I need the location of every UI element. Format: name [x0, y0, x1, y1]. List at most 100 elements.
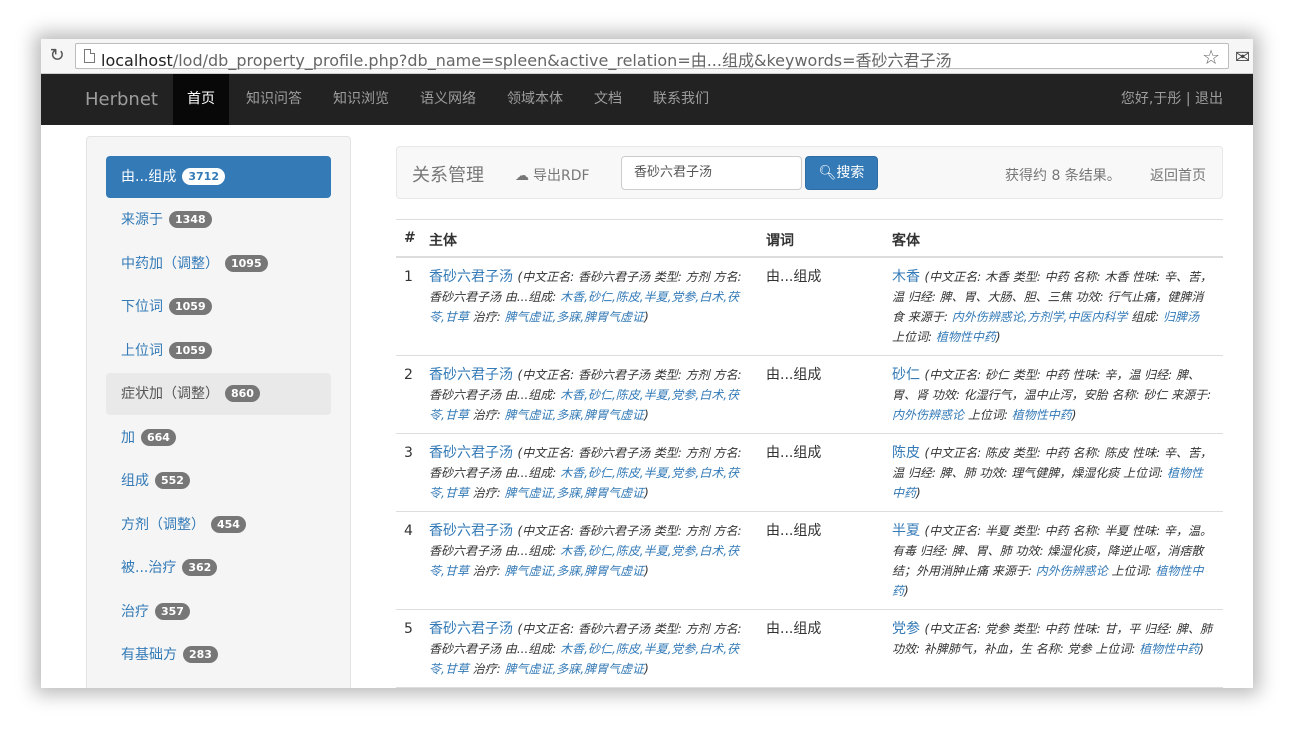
relations-table: # 主体 谓词 客体 1 香砂六君子汤 (中文正名: 香砂六君子汤 类型: 方剂 …: [396, 219, 1223, 688]
count-badge: 1348: [169, 211, 212, 228]
count-badge: 362: [182, 559, 218, 576]
table-row: 3 香砂六君子汤 (中文正名: 香砂六君子汤 类型: 方剂 方名: 香砂六君子汤 …: [396, 434, 1223, 512]
sidebar-item-composed-of[interactable]: 由...组成 3712: [106, 156, 331, 198]
object-meta: (中文正名: 党参 类型: 中药 性味: 甘，平 归经: 脾、肺 功效: 补脾肺…: [892, 622, 1212, 656]
nav-knowledge-browse[interactable]: 知识浏览: [319, 74, 403, 125]
meta-text: 上位词:: [1107, 564, 1156, 578]
object-link[interactable]: 木香: [892, 269, 920, 285]
meta-text: ): [916, 486, 921, 500]
object-cell: 陈皮 (中文正名: 陈皮 类型: 中药 名称: 陈皮 性味: 辛、苦，温 归经:…: [892, 443, 1212, 503]
treats-links[interactable]: 脾气虚证,多寐,脾胃气虚证: [505, 408, 645, 422]
meta-text: ): [644, 662, 649, 676]
object-meta: (中文正名: 半夏 类型: 中药 名称: 半夏 性味: 辛，温。有毒 归经: 脾…: [892, 524, 1212, 598]
sidebar-item-add[interactable]: 加 664: [106, 417, 331, 459]
meta-text: ): [995, 330, 1001, 344]
table-header: # 主体 谓词 客体: [396, 219, 1223, 258]
object-link[interactable]: 陈皮: [892, 445, 920, 461]
sidebar-item-treated-by[interactable]: 被...治疗 362: [106, 547, 331, 589]
object-meta: (中文正名: 木香 类型: 中药 名称: 木香 性味: 辛、苦，温 归经: 脾、…: [892, 270, 1212, 344]
treats-links[interactable]: 脾气虚证,多寐,脾胃气虚证: [505, 310, 645, 324]
sidebar-item-label: 被...治疗: [121, 560, 177, 576]
header-predicate: 谓词: [766, 233, 794, 249]
sidebar-item-label: 下位词: [121, 299, 163, 315]
meta-text: ): [1071, 408, 1077, 422]
table-row: 4 香砂六君子汤 (中文正名: 香砂六君子汤 类型: 方剂 方名: 香砂六君子汤 …: [396, 512, 1223, 610]
search-button[interactable]: 🔍︎搜索: [805, 156, 878, 190]
relation-sidebar: 由...组成 3712 来源于 1348 中药加（调整） 1095 下位词 1059 上…: [86, 136, 351, 688]
reload-icon[interactable]: ↻: [47, 46, 67, 66]
search-panel: 关系管理 ☁ 导出RDF 香砂六君子汤 🔍︎搜索 获得约 8 条结果。 返回首页: [396, 146, 1223, 199]
object-link[interactable]: 砂仁: [892, 367, 920, 383]
sidebar-item-label: 由...组成: [121, 169, 177, 185]
sidebar-item-herb-add[interactable]: 中药加（调整） 1095: [106, 243, 331, 285]
bookmark-star-icon[interactable]: ☆: [1202, 45, 1220, 69]
keyword-input[interactable]: 香砂六君子汤: [621, 156, 802, 190]
nav-domain-ontology[interactable]: 领域本体: [493, 74, 577, 125]
treats-links[interactable]: 脾气虚证,多寐,脾胃气虚证: [505, 486, 645, 500]
sidebar-item-base-formula[interactable]: 有基础方 283: [106, 634, 331, 676]
count-badge: 1059: [169, 342, 212, 359]
treats-links[interactable]: 脾气虚证,多寐,脾胃气虚证: [505, 564, 645, 578]
object-cell: 半夏 (中文正名: 半夏 类型: 中药 名称: 半夏 性味: 辛，温。有毒 归经…: [892, 521, 1212, 601]
sidebar-item-label: 方剂（调整）: [121, 517, 205, 533]
object-meta: (中文正名: 陈皮 类型: 中药 名称: 陈皮 性味: 辛、苦，温 归经: 脾、…: [892, 446, 1212, 500]
predicate-cell: 由...组成: [766, 269, 822, 285]
object-cell: 砂仁 (中文正名: 砂仁 类型: 中药 性味: 辛，温 归经: 脾、胃、肾 功效…: [892, 365, 1212, 425]
header-num: #: [404, 230, 416, 246]
nav-home[interactable]: 首页: [173, 74, 229, 125]
meta-text: 治疗:: [468, 486, 505, 500]
nav-semantic-network[interactable]: 语义网络: [406, 74, 490, 125]
sidebar-item-treats[interactable]: 治疗 357: [106, 591, 331, 633]
meta-text: (中文正名: 砂仁 类型: 中药 性味: 辛，温 归经: 脾、胃、肾 功效: 化…: [892, 368, 1212, 402]
subject-link[interactable]: 香砂六君子汤: [429, 445, 513, 461]
address-bar: ↻ localhost/lod/db_property_profile.php?…: [41, 39, 1253, 74]
meta-text: ): [644, 310, 649, 324]
sidebar-item-label: 有基础方: [121, 647, 177, 663]
export-rdf-link[interactable]: ☁ 导出RDF: [515, 165, 590, 185]
user-greeting[interactable]: 您好,于彤 | 退出: [1121, 74, 1223, 125]
subject-link[interactable]: 香砂六君子汤: [429, 621, 513, 637]
sidebar-item-derived-from[interactable]: 来源于 1348: [106, 199, 331, 241]
cloud-upload-icon: ☁: [515, 168, 529, 184]
object-link[interactable]: 党参: [892, 621, 920, 637]
url-text[interactable]: localhost/lod/db_property_profile.php?db…: [101, 47, 952, 71]
nav-documents[interactable]: 文档: [580, 74, 636, 125]
object-meta-link[interactable]: 内外伤辨惑论: [1036, 564, 1108, 578]
url-path: /lod/db_property_profile.php?db_name=spl…: [172, 51, 952, 70]
object-meta-link[interactable]: 植物性中药: [1012, 408, 1072, 422]
sidebar-item-symptom-add[interactable]: 症状加（调整） 860: [106, 373, 331, 415]
object-meta-link[interactable]: 植物性中药: [936, 330, 996, 344]
nav-contact[interactable]: 联系我们: [639, 74, 723, 125]
subject-cell: 香砂六君子汤 (中文正名: 香砂六君子汤 类型: 方剂 方名: 香砂六君子汤 由…: [429, 267, 749, 327]
treats-links[interactable]: 脾气虚证,多寐,脾胃气虚证: [505, 662, 645, 676]
sidebar-item-label: 治疗: [121, 604, 149, 620]
object-meta-link[interactable]: 归脾汤: [1163, 310, 1199, 324]
object-meta-link[interactable]: 内外伤辨惑论: [892, 408, 964, 422]
object-meta-link[interactable]: 内外伤辨惑论,方剂学,中医内科学: [952, 310, 1128, 324]
count-badge: 860: [225, 385, 260, 402]
predicate-cell: 由...组成: [766, 445, 822, 461]
brand-logo[interactable]: Herbnet: [85, 89, 158, 110]
object-meta-link[interactable]: 植物性中药: [1139, 642, 1199, 656]
browser-window: ↻ localhost/lod/db_property_profile.php?…: [41, 39, 1253, 688]
count-badge: 283: [183, 646, 218, 663]
object-cell: 木香 (中文正名: 木香 类型: 中药 名称: 木香 性味: 辛、苦，温 归经:…: [892, 267, 1212, 347]
subject-link[interactable]: 香砂六君子汤: [429, 269, 513, 285]
sidebar-item-label: 症状加（调整）: [121, 386, 219, 402]
nav-knowledge-qa[interactable]: 知识问答: [232, 74, 316, 125]
sidebar-item-hypernym[interactable]: 上位词 1059: [106, 330, 331, 372]
back-home-link[interactable]: 返回首页: [1150, 165, 1206, 185]
url-field[interactable]: localhost/lod/db_property_profile.php?db…: [75, 43, 1229, 71]
object-link[interactable]: 半夏: [892, 523, 920, 539]
row-number: 5: [404, 621, 413, 637]
subject-link[interactable]: 香砂六君子汤: [429, 367, 513, 383]
subject-link[interactable]: 香砂六君子汤: [429, 523, 513, 539]
predicate-cell: 由...组成: [766, 621, 822, 637]
mail-icon[interactable]: ✉: [1235, 47, 1253, 68]
page-icon: [84, 49, 95, 63]
sidebar-item-formula-adjust[interactable]: 方剂（调整） 454: [106, 504, 331, 546]
sidebar-item-compose[interactable]: 组成 552: [106, 460, 331, 502]
sidebar-item-hyponym[interactable]: 下位词 1059: [106, 286, 331, 328]
subject-cell: 香砂六君子汤 (中文正名: 香砂六君子汤 类型: 方剂 方名: 香砂六君子汤 由…: [429, 365, 749, 425]
result-count: 获得约 8 条结果。: [1005, 168, 1121, 184]
